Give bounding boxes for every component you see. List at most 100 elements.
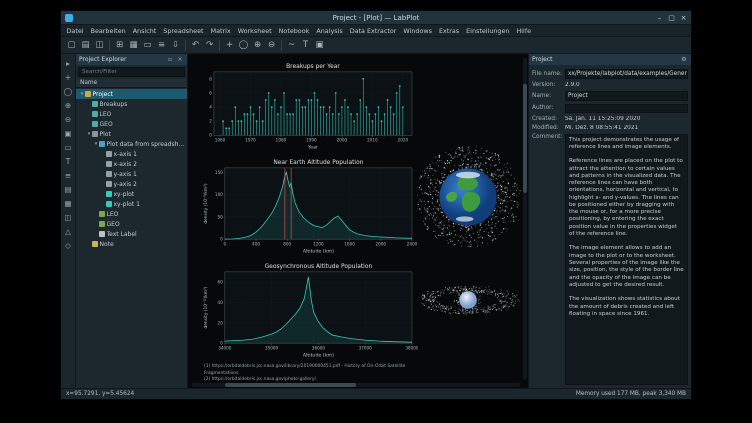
note-icon <box>92 241 98 247</box>
zoom-select-tool-icon[interactable]: ◯ <box>237 39 250 52</box>
tree-item-xy-plot[interactable]: xy-plot <box>76 189 187 199</box>
zoom-in-icon[interactable]: ⊕ <box>251 39 264 52</box>
tree-item-text-label[interactable]: Text Label <box>76 229 187 239</box>
app-icon <box>65 14 73 22</box>
worksheet-area[interactable]: 024681960197019801990200020102020Breakup… <box>188 54 528 388</box>
field-label-author: Author: <box>532 105 565 111</box>
menu-matrix[interactable]: Matrix <box>207 25 234 36</box>
hscroll-thumb[interactable] <box>225 383 356 387</box>
crosshair-tool-icon[interactable]: + <box>63 72 74 83</box>
new-worksheet-icon[interactable]: ▭ <box>141 39 154 52</box>
chart-breakups-per-year[interactable]: 024681960197019801990200020102020Breakup… <box>200 60 418 151</box>
add-curve-icon[interactable]: ~ <box>285 39 298 52</box>
add-text-label-icon[interactable]: T <box>299 39 312 52</box>
project-explorer-title: Project Explorer <box>79 56 126 63</box>
tree-item-breakups[interactable]: Breakups <box>76 99 187 109</box>
menu-einstellungen[interactable]: Einstellungen <box>463 25 513 36</box>
svg-text:1200: 1200 <box>313 242 324 247</box>
tree-item-label: LEO <box>107 211 119 218</box>
new-spreadsheet-icon[interactable]: ⊞ <box>113 39 126 52</box>
tree-item-x-axis-1[interactable]: x-axis 1 <box>76 149 187 159</box>
import-data-icon[interactable]: ⇩ <box>169 39 182 52</box>
tree-item-x-axis-2[interactable]: x-axis 2 <box>76 159 187 169</box>
project-explorer-header[interactable]: Project Explorer ▫ × <box>76 54 187 65</box>
tree-item-xy-plot-1[interactable]: xy-plot 1 <box>76 199 187 209</box>
field-input-author[interactable] <box>565 104 688 113</box>
worksheet-vertical-scrollbar[interactable] <box>523 58 527 380</box>
titlebar[interactable]: Project - [Plot] — LabPlot – ▢ × <box>61 11 691 25</box>
comment-textarea[interactable]: This project demonstrates the usage of r… <box>565 134 688 385</box>
tree-item-plot[interactable]: ▾Plot <box>76 129 187 139</box>
properties-header[interactable]: Project ⚙ <box>529 54 691 65</box>
fit-page-tool-icon[interactable]: ▣ <box>63 128 74 139</box>
tree-item-label: Breakups <box>100 101 128 108</box>
menu-datei[interactable]: Datei <box>63 25 87 36</box>
tree-item-y-axis-1[interactable]: y-axis 1 <box>76 169 187 179</box>
close-button[interactable]: × <box>678 12 689 23</box>
save-tool-icon[interactable]: ◫ <box>63 212 74 223</box>
toolbar-separator <box>185 40 186 51</box>
tree-item-label: LEO <box>100 111 112 118</box>
add-image-icon[interactable]: ▣ <box>313 39 326 52</box>
tree-item-leo[interactable]: LEO <box>76 209 187 219</box>
diamond-tool-icon[interactable]: ◇ <box>63 240 74 251</box>
menu-data-extractor[interactable]: Data Extractor <box>346 25 400 36</box>
tree-item-y-axis-2[interactable]: y-axis 2 <box>76 179 187 189</box>
save-project-icon[interactable]: ◫ <box>93 39 106 52</box>
earth-geo-debris-image[interactable] <box>410 266 526 334</box>
maximize-button[interactable]: ▢ <box>666 12 677 23</box>
zoom-in-tool-icon[interactable]: ⊕ <box>63 100 74 111</box>
properties-settings-icon[interactable]: ⚙ <box>680 56 688 64</box>
redo-icon[interactable]: ↷ <box>203 39 216 52</box>
notebook-tool-icon[interactable]: ≡ <box>63 170 74 181</box>
menubar: DateiBearbeitenAnsichtSpreadsheetMatrixW… <box>61 25 691 37</box>
dock-close-icon[interactable]: × <box>176 56 184 64</box>
new-notebook-icon[interactable]: ≡ <box>155 39 168 52</box>
field-input-name[interactable]: Project <box>565 91 688 101</box>
worksheet-tool-icon[interactable]: ▭ <box>63 142 74 153</box>
field-row-name: Name:Project <box>532 91 688 101</box>
menu-hilfe[interactable]: Hilfe <box>513 25 535 36</box>
menu-spreadsheet[interactable]: Spreadsheet <box>160 25 207 36</box>
shape-tool-icon[interactable]: △ <box>63 226 74 237</box>
field-label-created: Created: <box>532 116 565 122</box>
tree-item-leo[interactable]: LEO <box>76 109 187 119</box>
spreadsheet-tool-icon[interactable]: ▤ <box>63 184 74 195</box>
undo-icon[interactable]: ↶ <box>189 39 202 52</box>
tree-item-geo[interactable]: GEO <box>76 119 187 129</box>
minimize-button[interactable]: – <box>654 12 665 23</box>
matrix-tool-icon[interactable]: ▦ <box>63 198 74 209</box>
cursor-tool-icon[interactable]: ▸ <box>63 58 74 69</box>
menu-windows[interactable]: Windows <box>400 25 436 36</box>
menu-analysis[interactable]: Analysis <box>313 25 346 36</box>
menu-extras[interactable]: Extras <box>435 25 462 36</box>
footnote-link[interactable]: (1) https://orbitaldebris.jsc.nasa.gov/l… <box>204 364 418 377</box>
open-project-icon[interactable]: ▤ <box>79 39 92 52</box>
tree-item-project[interactable]: ▾Project <box>76 89 187 99</box>
menu-worksheet[interactable]: Worksheet <box>234 25 275 36</box>
chart-near-earth-population[interactable]: 05010015004008001200160020002400Near Ear… <box>200 156 418 255</box>
zoom-out-icon[interactable]: ⊖ <box>265 39 278 52</box>
vscroll-thumb[interactable] <box>523 84 527 193</box>
svg-text:100: 100 <box>215 192 223 197</box>
menu-ansicht[interactable]: Ansicht <box>129 25 160 36</box>
earth-leo-debris-image[interactable] <box>412 142 524 252</box>
chart-geosynchronous-population[interactable]: 02040603400035000360003700038000Geosynch… <box>200 260 418 359</box>
menu-bearbeiten[interactable]: Bearbeiten <box>87 25 129 36</box>
worksheet-horizontal-scrollbar[interactable] <box>192 383 520 387</box>
tree-item-plot-data-from-spreadsheet[interactable]: ▾Plot data from spreadsheet <box>76 139 187 149</box>
menu-notebook[interactable]: Notebook <box>275 25 313 36</box>
field-input-file-name[interactable]: xx/Projekte/labplot/data/examples/Genera… <box>565 69 688 79</box>
search-input[interactable] <box>78 67 185 77</box>
toolbar-separator <box>281 40 282 51</box>
zoom-tool-icon[interactable]: ◯ <box>63 86 74 97</box>
new-matrix-icon[interactable]: ▦ <box>127 39 140 52</box>
tree-column-header[interactable]: Name <box>76 79 187 88</box>
dock-float-icon[interactable]: ▫ <box>166 56 174 64</box>
text-tool-icon[interactable]: T <box>63 156 74 167</box>
tree-item-note[interactable]: Note <box>76 239 187 249</box>
new-project-icon[interactable]: ▢ <box>65 39 78 52</box>
tree-item-geo[interactable]: GEO <box>76 219 187 229</box>
zoom-out-tool-icon[interactable]: ⊖ <box>63 114 74 125</box>
select-tool-icon[interactable]: + <box>223 39 236 52</box>
